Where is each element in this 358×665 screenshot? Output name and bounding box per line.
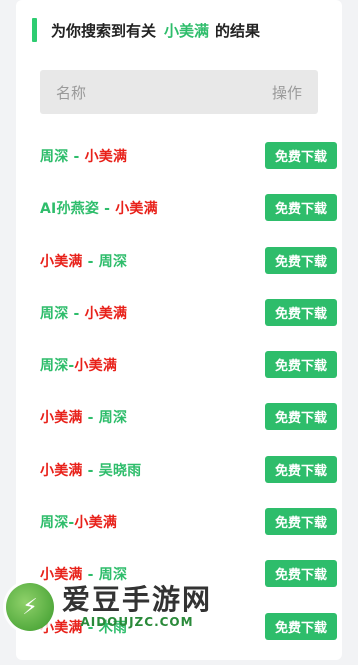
song-title-link[interactable]: 周深-小美满 (40, 355, 117, 375)
song-title-part: 小美满 (74, 358, 118, 375)
song-title-link[interactable]: 小美满 - 周深 (40, 407, 127, 427)
song-title-part: 小美满 (40, 253, 83, 270)
song-title-part: 吴晓雨 (98, 462, 142, 479)
heading-accent-bar (32, 18, 37, 42)
list-item: 周深 - 小美满 免费下载 (40, 298, 337, 351)
heading-suffix: 的结果 (215, 21, 261, 40)
song-title-link[interactable]: 周深 - 小美满 (40, 303, 127, 323)
list-item: AI孙燕姿 - 小美满 免费下载 (40, 194, 337, 246)
list-item: 周深 - 小美满 免费下载 (40, 142, 337, 194)
song-title-link[interactable]: 周深 - 小美满 (40, 146, 127, 166)
free-download-button[interactable]: 免费下载 (265, 142, 337, 169)
song-title-part: 周深 (98, 410, 128, 427)
results-heading: 为你搜索到有关 小美满 的结果 (32, 18, 260, 42)
song-title-part: 小美满 (40, 410, 83, 427)
lightning-bolt-icon: ⚡ (6, 583, 54, 631)
song-title-part: - (82, 462, 99, 479)
song-title-link[interactable]: 小美满 - 周深 (40, 251, 127, 271)
song-title-part: AI孙燕姿 (40, 201, 100, 218)
song-title-part: 小美满 (74, 515, 118, 532)
watermark-url: AIDOUJZC.COM (80, 615, 194, 629)
song-title-part: - (82, 253, 99, 270)
watermark-name: 爱豆手游网 (62, 583, 213, 616)
song-title-link[interactable]: 小美满 - 吴晓雨 (40, 460, 141, 480)
free-download-button[interactable]: 免费下载 (265, 455, 337, 483)
free-download-button[interactable]: 免费下载 (265, 403, 337, 431)
song-title-part: 周深 (40, 149, 69, 165)
song-title-part: 周深 (40, 358, 69, 375)
free-download-button[interactable]: 免费下载 (265, 560, 337, 588)
list-item: 小美满 - 周深 免费下载 (40, 246, 337, 299)
list-item: 小美满 - 吴晓雨 免费下载 (40, 455, 337, 508)
song-title-part: - (82, 410, 99, 427)
heading-prefix: 为你搜索到有关 (51, 21, 157, 40)
column-header-name: 名称 (56, 83, 87, 102)
heading-keyword: 小美满 (164, 21, 210, 40)
column-header-action: 操作 (271, 83, 302, 102)
song-title-part: - (68, 149, 85, 165)
song-title-part: 小美满 (84, 305, 128, 322)
free-download-button[interactable]: 免费下载 (265, 246, 337, 274)
free-download-button[interactable]: 免费下载 (265, 298, 337, 326)
song-title-part: - (68, 305, 85, 322)
song-title-part: 周深 (40, 305, 69, 322)
song-title-part: 小美满 (115, 201, 158, 218)
list-item: 周深-小美满 免费下载 (40, 351, 337, 403)
song-title-part: 小美满 (84, 149, 128, 165)
free-download-button[interactable]: 免费下载 (265, 508, 337, 536)
site-watermark: ⚡ 爱豆手游网 AIDOUJZC.COM (6, 578, 256, 636)
free-download-button[interactable]: 免费下载 (265, 351, 337, 379)
list-item: 小美满 - 周深 免费下载 (40, 403, 337, 455)
song-title-part: 周深 (40, 515, 69, 532)
song-title-part: 周深 (98, 253, 128, 270)
table-header: 名称 操作 (40, 70, 318, 114)
free-download-button[interactable]: 免费下载 (265, 194, 337, 222)
song-title-link[interactable]: AI孙燕姿 - 小美满 (40, 198, 158, 218)
song-title-link[interactable]: 周深-小美满 (40, 512, 117, 532)
song-title-part: 小美满 (40, 462, 83, 479)
list-item: 周深-小美满 免费下载 (40, 508, 337, 560)
song-title-part: - (99, 201, 116, 218)
search-results-card: 为你搜索到有关 小美满 的结果 名称 操作 周深 - 小美满 免费下载 AI孙燕姿 … (16, 0, 342, 660)
